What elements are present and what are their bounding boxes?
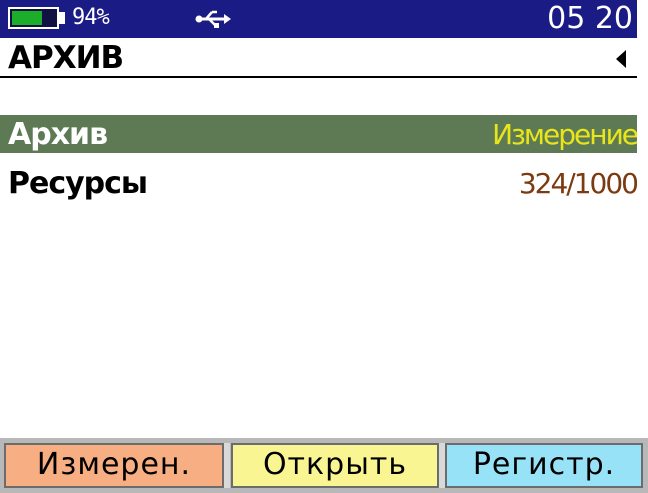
left-arrow-icon[interactable] bbox=[616, 50, 626, 68]
battery-tip bbox=[59, 12, 65, 24]
menu-item-value: 324/1000 bbox=[518, 167, 639, 200]
softkey-register[interactable]: Регистр. bbox=[445, 443, 643, 488]
battery-percent: 94% bbox=[72, 5, 110, 30]
battery-level-fill bbox=[12, 11, 42, 25]
menu-header: АРХИВ bbox=[0, 38, 637, 78]
softkey-open[interactable]: Открыть bbox=[231, 443, 439, 488]
menu-item-resources[interactable]: Ресурсы 324/1000 bbox=[0, 164, 639, 202]
clock: 05 20 bbox=[547, 1, 633, 36]
menu-item-value: Измерение bbox=[492, 118, 639, 151]
device-screen: 94% 05 20 АРХИВ Архив Измерение Ресурсы … bbox=[0, 0, 648, 493]
menu-item-label: Архив bbox=[8, 117, 108, 152]
softkey-bar: Измерен. Открыть Регистр. bbox=[0, 438, 648, 493]
menu-item-label: Ресурсы bbox=[8, 166, 148, 201]
battery-icon bbox=[8, 7, 59, 29]
menu-item-archive[interactable]: Архив Измерение bbox=[0, 115, 639, 153]
softkey-measure[interactable]: Измерен. bbox=[4, 443, 224, 488]
screen-edge bbox=[637, 0, 648, 493]
status-bar: 94% 05 20 bbox=[0, 0, 637, 38]
softkey-divider bbox=[224, 443, 230, 488]
usb-icon bbox=[195, 10, 231, 28]
page-title: АРХИВ bbox=[8, 40, 124, 76]
